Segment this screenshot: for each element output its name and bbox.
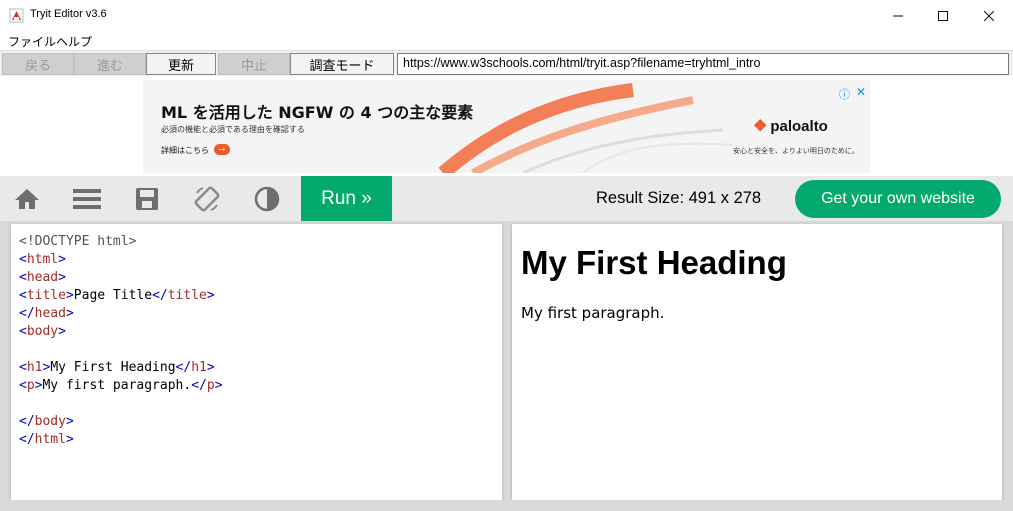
close-icon[interactable]: ✕	[856, 85, 866, 99]
code-text: My First Heading	[50, 360, 176, 375]
code-bracket: >	[65, 432, 74, 447]
menu-file[interactable]: ファイル	[8, 33, 56, 50]
result-frame[interactable]: My First Heading My first paragraph.	[512, 224, 1002, 500]
code-bracket: <	[19, 288, 27, 303]
code-line: <html>	[19, 251, 494, 269]
code-tag: head	[34, 306, 66, 321]
code-line: </body>	[19, 413, 494, 431]
work-area: <!DOCTYPE html> <html> <head> <title>Page T…	[0, 221, 1013, 511]
code-bracket: >	[206, 360, 215, 375]
maximize-icon	[938, 11, 948, 21]
code-line: <head>	[19, 269, 494, 287]
code-bracket: <	[19, 378, 27, 393]
code-line: <p>My first paragraph.</p>	[19, 377, 494, 395]
title-bar: Tryit Editor v3.6	[0, 0, 1013, 32]
editor-toolbar: Run » Result Size: 491 x 278 Get your ow…	[0, 176, 1013, 221]
ad-tagline: 安心と安全を、よりよい明日のために。	[733, 147, 859, 155]
menu-bar: ファイル ヘルプ	[0, 32, 1013, 50]
theme-icon[interactable]	[252, 184, 282, 214]
result-paragraph: My first paragraph.	[521, 304, 665, 322]
code-line: </html>	[19, 431, 494, 449]
code-bracket: </	[19, 414, 35, 429]
get-website-button[interactable]: Get your own website	[795, 180, 1001, 218]
close-icon	[984, 11, 994, 21]
forward-button[interactable]: 進む	[74, 53, 146, 75]
run-button[interactable]: Run »	[301, 176, 392, 221]
paloalto-logo-icon: ❖	[753, 118, 768, 135]
ad-headline: ML を活用した NGFW の 4 つの主な要素	[161, 103, 474, 122]
code-bracket: >	[58, 270, 66, 285]
code-tag: title	[167, 288, 207, 303]
code-bracket: <	[19, 252, 27, 267]
code-bracket: <	[19, 324, 27, 339]
refresh-button[interactable]: 更新	[146, 53, 216, 75]
ad-subtext: 必須の機能と必須である理由を確認する	[161, 125, 305, 134]
code-bracket: </	[19, 432, 35, 447]
code-tag: head	[26, 270, 59, 285]
url-input[interactable]: https://www.w3schools.com/html/tryit.asp…	[397, 53, 1009, 75]
code-line: </head>	[19, 305, 494, 323]
code-editor[interactable]: <!DOCTYPE html> <html> <head> <title>Page T…	[11, 224, 502, 500]
debug-mode-button[interactable]: 調査モード	[290, 53, 394, 75]
nav-bar: 戻る 進む 更新 中止 調査モード https://www.w3schools.…	[0, 50, 1013, 76]
code-line: <!DOCTYPE html>	[19, 233, 494, 251]
minimize-icon	[893, 15, 903, 17]
code-tag: html	[34, 432, 66, 447]
arrow-right-icon: →	[214, 144, 230, 155]
code-bracket: </	[191, 378, 207, 393]
code-tag: p	[206, 378, 215, 393]
ad-graphic	[438, 83, 733, 173]
code-bracket: <	[19, 270, 27, 285]
code-tag: h1	[26, 360, 43, 375]
menu-help[interactable]: ヘルプ	[56, 33, 92, 50]
ad-banner[interactable]: ML を活用した NGFW の 4 つの主な要素 必須の機能と必須である理由を確…	[143, 80, 870, 173]
minimize-button[interactable]	[875, 0, 921, 32]
code-tag: p	[26, 378, 35, 393]
code-text: My first paragraph.	[42, 378, 192, 393]
code-tag: title	[26, 288, 66, 303]
code-bracket: >	[214, 378, 223, 393]
code-line: <title>Page Title</title>	[19, 287, 494, 305]
code-text: Page Title	[73, 288, 153, 303]
code-doctype: <!DOCTYPE html>	[19, 234, 137, 249]
code-line: <h1>My First Heading</h1>	[19, 359, 494, 377]
code-bracket: >	[58, 324, 66, 339]
ad-cta[interactable]: 詳細はこちら	[161, 145, 209, 156]
code-tag: body	[34, 414, 66, 429]
code-tag: body	[26, 324, 59, 339]
result-size-label: Result Size: 491 x 278	[596, 189, 762, 207]
menu-icon[interactable]	[72, 184, 102, 214]
ad-logo: ❖ paloalto	[753, 116, 828, 136]
maximize-button[interactable]	[920, 0, 966, 32]
window-title: Tryit Editor v3.6	[30, 8, 107, 20]
code-bracket: >	[65, 288, 74, 303]
close-button[interactable]	[966, 0, 1012, 32]
code-bracket: </	[175, 360, 192, 375]
code-bracket: </	[19, 306, 35, 321]
ad-brand: paloalto	[770, 117, 828, 135]
code-bracket: >	[65, 306, 74, 321]
app-icon	[9, 8, 24, 23]
stop-button[interactable]: 中止	[218, 53, 290, 75]
ad-area: ML を活用した NGFW の 4 つの主な要素 必須の機能と必須である理由を確…	[0, 77, 1013, 176]
code-bracket: <	[19, 360, 27, 375]
back-button[interactable]: 戻る	[2, 53, 74, 75]
code-tag: h1	[191, 360, 207, 375]
bottom-strip	[0, 500, 1013, 511]
code-bracket: >	[206, 288, 215, 303]
home-icon[interactable]	[12, 184, 42, 214]
code-bracket: </	[152, 288, 168, 303]
info-icon[interactable]: ⓘ	[839, 86, 850, 102]
save-icon[interactable]	[132, 184, 162, 214]
result-heading: My First Heading	[521, 244, 787, 281]
rotate-icon[interactable]	[192, 184, 222, 214]
code-bracket: >	[58, 252, 66, 267]
code-tag: html	[26, 252, 59, 267]
code-line: <body>	[19, 323, 494, 341]
code-bracket: >	[65, 414, 74, 429]
